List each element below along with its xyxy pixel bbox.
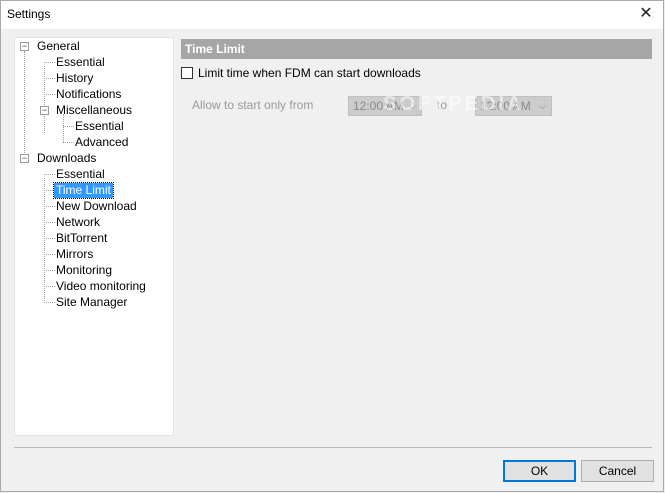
settings-window: Settings ✕ − General Essential History N… (0, 0, 664, 492)
from-time-select[interactable]: 12:00 AM ⌵ (348, 96, 422, 116)
tree-item-misc-advanced[interactable]: Advanced (73, 135, 130, 150)
settings-tree: − General Essential History Notification… (14, 37, 174, 436)
cancel-button[interactable]: Cancel (581, 460, 654, 482)
collapse-general-icon[interactable]: − (20, 42, 29, 51)
tree-item-general[interactable]: General (35, 39, 82, 54)
tree-item-misc-essential[interactable]: Essential (73, 119, 126, 134)
chevron-down-icon: ⌵ (539, 101, 546, 111)
chevron-down-icon: ⌵ (409, 101, 416, 111)
limit-time-label[interactable]: Limit time when FDM can start downloads (198, 66, 421, 80)
tree-item-downloads-essential[interactable]: Essential (54, 167, 107, 182)
from-time-value: 12:00 AM (353, 99, 404, 113)
window-title: Settings (7, 7, 51, 21)
tree-item-network[interactable]: Network (54, 215, 102, 230)
collapse-miscellaneous-icon[interactable]: − (40, 106, 49, 115)
tree-item-new-download[interactable]: New Download (54, 199, 139, 214)
tree-item-bittorrent[interactable]: BitTorrent (54, 231, 109, 246)
tree-item-downloads[interactable]: Downloads (35, 151, 98, 166)
tree-item-mirrors[interactable]: Mirrors (54, 247, 95, 262)
tree-item-miscellaneous[interactable]: Miscellaneous (54, 103, 134, 118)
to-time-value: 12:00 AM (480, 99, 531, 113)
tree-item-notifications[interactable]: Notifications (54, 87, 123, 102)
tree-item-site-manager[interactable]: Site Manager (54, 295, 129, 310)
tree-item-general-essential[interactable]: Essential (54, 55, 107, 70)
tree-item-time-limit[interactable]: Time Limit (53, 182, 114, 199)
collapse-downloads-icon[interactable]: − (20, 154, 29, 163)
tree-item-monitoring[interactable]: Monitoring (54, 263, 114, 278)
close-icon[interactable]: ✕ (637, 5, 655, 23)
ok-button[interactable]: OK (503, 460, 576, 482)
limit-time-checkbox[interactable] (181, 67, 193, 79)
to-label: to (437, 98, 448, 112)
panel-header: Time Limit (181, 39, 652, 59)
tree-item-history[interactable]: History (54, 71, 95, 86)
to-time-select[interactable]: 12:00 AM ⌵ (475, 96, 552, 116)
tree-item-video-monitoring[interactable]: Video monitoring (54, 279, 148, 294)
allow-start-label: Allow to start only from (192, 98, 314, 112)
title-bar: Settings ✕ (1, 1, 663, 29)
footer-separator (14, 447, 652, 448)
